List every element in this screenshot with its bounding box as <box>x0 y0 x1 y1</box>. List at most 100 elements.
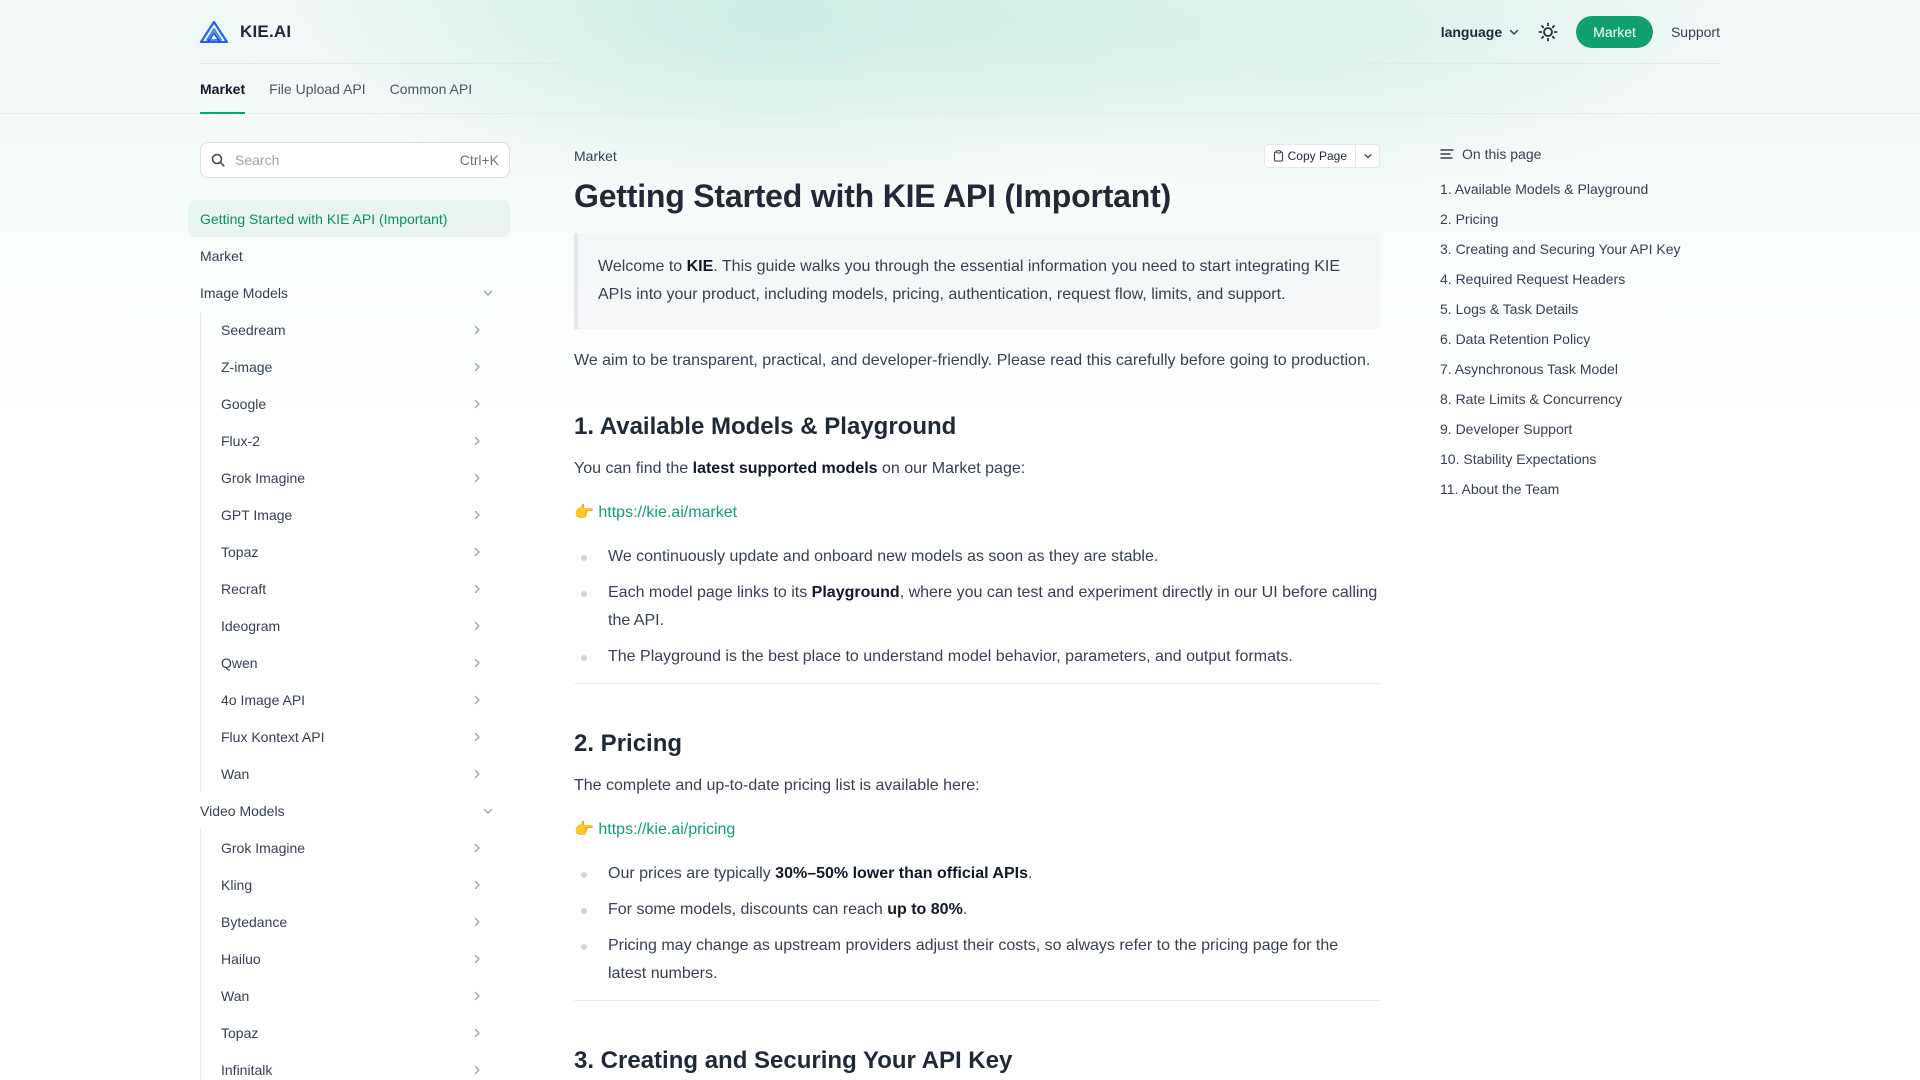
sidebar-item-topaz[interactable]: Topaz <box>201 533 499 570</box>
language-selector[interactable]: language <box>1441 24 1520 40</box>
toc-title-label: On this page <box>1462 146 1542 162</box>
sidebar-item-label: Flux Kontext API <box>221 728 325 745</box>
video-models-list: Grok Imagine Kling Bytedance Hailuo Wan Topaz… <box>200 829 510 1080</box>
toc-item[interactable]: 3. Creating and Securing Your API Key <box>1440 234 1720 264</box>
site-header: KIE.AI language Market Support Market Fi… <box>0 0 1920 114</box>
tab-file-upload-api[interactable]: File Upload API <box>269 64 366 114</box>
section-heading-pricing: 2. Pricing <box>574 730 683 757</box>
list-icon <box>1440 149 1454 159</box>
toc-item[interactable]: 1. Available Models & Playground <box>1440 174 1720 204</box>
sidebar-item-market[interactable]: Market <box>188 237 510 274</box>
sidebar-item-z-image[interactable]: Z-image <box>201 348 499 385</box>
intro-paragraph: We aim to be transparent, practical, and… <box>574 352 1371 369</box>
sidebar-item-topaz[interactable]: Topaz <box>201 1014 499 1051</box>
brand-name: KIE.AI <box>240 21 292 41</box>
sidebar: Search Ctrl+K Getting Started with KIE A… <box>188 114 510 1080</box>
chevron-right-icon <box>471 398 483 410</box>
chevron-right-icon <box>471 657 483 669</box>
toc-item[interactable]: 9. Developer Support <box>1440 414 1720 444</box>
sidebar-item-flux-2[interactable]: Flux-2 <box>201 422 499 459</box>
toc-item[interactable]: 6. Data Retention Policy <box>1440 324 1720 354</box>
copy-page-button[interactable]: Copy Page <box>1263 144 1356 168</box>
chevron-right-icon <box>471 953 483 965</box>
chevron-right-icon <box>471 472 483 484</box>
toc-item[interactable]: 5. Logs & Task Details <box>1440 294 1720 324</box>
sidebar-item-label: Kling <box>221 876 253 893</box>
sidebar-item-label: Z-image <box>221 358 273 375</box>
sidebar-item-wan[interactable]: Wan <box>201 977 499 1014</box>
toc-list: 1. Available Models & Playground 2. Prici… <box>1440 174 1720 504</box>
pointing-hand-icon: 👉 <box>574 504 594 521</box>
sidebar-item-hailuo[interactable]: Hailuo <box>201 940 499 977</box>
sidebar-item-getting-started[interactable]: Getting Started with KIE API (Important) <box>188 200 510 237</box>
sidebar-item-flux-kontext-api[interactable]: Flux Kontext API <box>201 718 499 755</box>
support-link[interactable]: Support <box>1671 24 1720 40</box>
copy-page-label: Copy Page <box>1287 149 1347 163</box>
list-item: Each model page links to its Playground,… <box>574 579 1380 635</box>
market-link-line: 👉 https://kie.ai/market <box>574 499 1380 527</box>
search-icon <box>211 153 225 167</box>
pricing-bullet-list: Our prices are typically 30%–50% lower t… <box>574 860 1380 988</box>
sidebar-item-infinitalk[interactable]: Infinitalk <box>201 1051 499 1080</box>
toc-item[interactable]: 4. Required Request Headers <box>1440 264 1720 294</box>
pricing-link[interactable]: https://kie.ai/pricing <box>598 821 735 838</box>
toc-item[interactable]: 7. Asynchronous Task Model <box>1440 354 1720 384</box>
sidebar-item-label: 4o Image API <box>221 691 306 708</box>
toc-item[interactable]: 2. Pricing <box>1440 204 1720 234</box>
theme-toggle-sun-icon[interactable] <box>1538 22 1558 42</box>
toc-item[interactable]: 11. About the Team <box>1440 474 1720 504</box>
sidebar-item-kling[interactable]: Kling <box>201 866 499 903</box>
on-this-page: On this page 1. Available Models & Playg… <box>1440 114 1720 504</box>
callout-bold: KIE <box>686 258 714 275</box>
toc-item[interactable]: 10. Stability Expectations <box>1440 444 1720 474</box>
section-divider <box>574 1000 1380 1001</box>
search-input[interactable]: Search Ctrl+K <box>200 142 510 178</box>
sidebar-item-grok-imagine[interactable]: Grok Imagine <box>201 459 499 496</box>
chevron-right-icon <box>471 361 483 373</box>
chevron-right-icon <box>471 435 483 447</box>
tab-market[interactable]: Market <box>200 64 246 114</box>
sidebar-item-grok-imagine[interactable]: Grok Imagine <box>201 829 499 866</box>
breadcrumb[interactable]: Market <box>574 148 617 164</box>
sidebar-item-label: Hailuo <box>221 950 261 967</box>
copy-options-button[interactable] <box>1356 144 1380 168</box>
chevron-right-icon <box>471 546 483 558</box>
sidebar-item-qwen[interactable]: Qwen <box>201 644 499 681</box>
chevron-down-icon <box>1509 29 1519 35</box>
sidebar-item-label: Infinitalk <box>221 1061 273 1078</box>
models-bullet-list: We continuously update and onboard new m… <box>574 543 1380 671</box>
chevron-right-icon <box>471 731 483 743</box>
sidebar-item-google[interactable]: Google <box>201 385 499 422</box>
list-item: We continuously update and onboard new m… <box>574 543 1380 571</box>
search-placeholder: Search <box>235 152 280 168</box>
sidebar-group-label: Video Models <box>200 802 285 819</box>
sidebar-group-video-models[interactable]: Video Models <box>188 792 510 829</box>
sidebar-item-4o-image-api[interactable]: 4o Image API <box>201 681 499 718</box>
sidebar-item-recraft[interactable]: Recraft <box>201 570 499 607</box>
sidebar-group-image-models[interactable]: Image Models <box>188 274 510 311</box>
sidebar-item-gpt-image[interactable]: GPT Image <box>201 496 499 533</box>
sidebar-item-seedream[interactable]: Seedream <box>201 311 499 348</box>
topbar: KIE.AI language Market Support <box>200 0 1720 64</box>
list-item: The Playground is the best place to unde… <box>574 643 1380 671</box>
brand-logo[interactable]: KIE.AI <box>200 20 292 43</box>
chevron-right-icon <box>471 1027 483 1039</box>
chevron-right-icon <box>471 620 483 632</box>
list-item: Pricing may change as upstream providers… <box>574 932 1380 988</box>
chevron-right-icon <box>471 879 483 891</box>
sidebar-item-bytedance[interactable]: Bytedance <box>201 903 499 940</box>
market-button[interactable]: Market <box>1576 15 1653 48</box>
nav-tabs: Market File Upload API Common API <box>200 64 472 114</box>
tab-common-api[interactable]: Common API <box>390 64 472 114</box>
sidebar-item-wan[interactable]: Wan <box>201 755 499 792</box>
market-link[interactable]: https://kie.ai/market <box>598 504 737 521</box>
chevron-right-icon <box>471 583 483 595</box>
sidebar-item-label: Flux-2 <box>221 432 260 449</box>
sidebar-item-label: Ideogram <box>221 617 281 634</box>
chevron-right-icon <box>471 509 483 521</box>
toc-item[interactable]: 8. Rate Limits & Concurrency <box>1440 384 1720 414</box>
topbar-actions: language Market Support <box>1441 0 1720 64</box>
copy-page-group: Copy Page <box>1263 144 1380 168</box>
sidebar-item-ideogram[interactable]: Ideogram <box>201 607 499 644</box>
welcome-callout: Welcome to KIE. This guide walks you thr… <box>574 233 1380 329</box>
